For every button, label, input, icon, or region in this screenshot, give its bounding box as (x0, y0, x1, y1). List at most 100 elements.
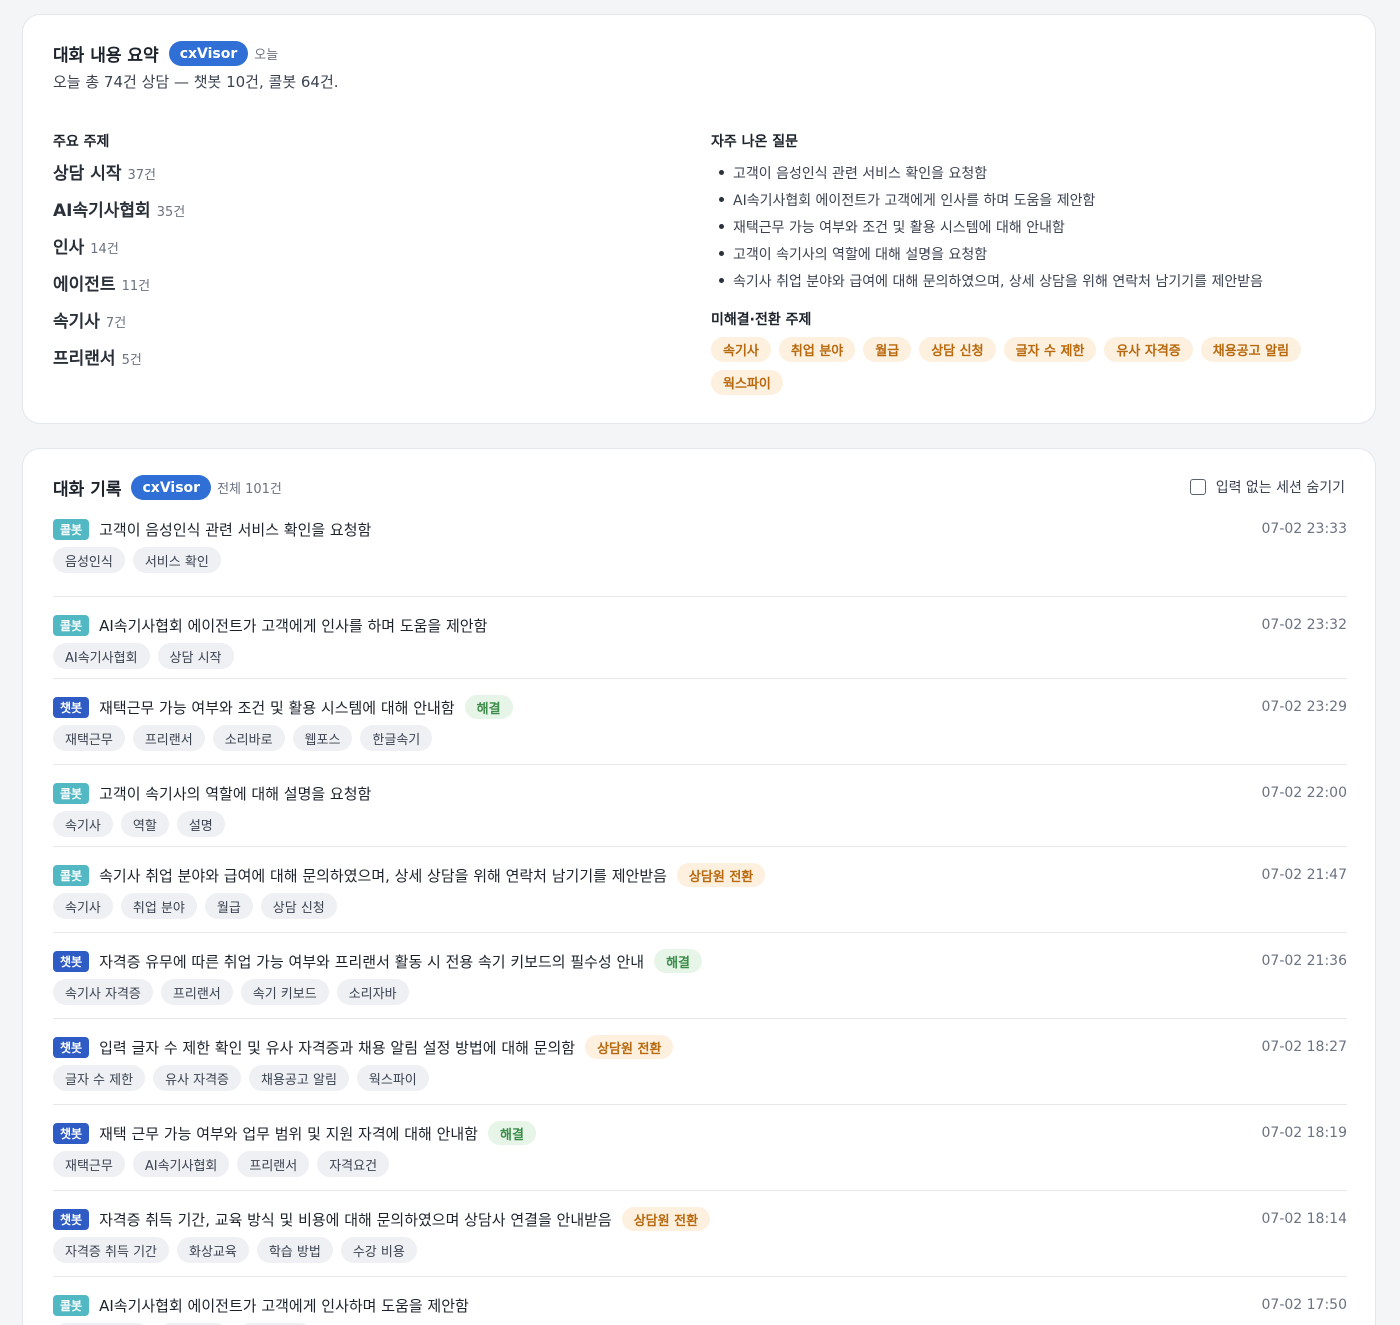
history-title-row: 대화 기록 cxVisor 전체 101건 (53, 475, 282, 500)
unresolved-tag[interactable]: 상담 신청 (919, 337, 996, 362)
keyword-tag[interactable]: 설명 (176, 811, 225, 837)
history-row-time: 07-02 23:32 (1261, 617, 1347, 633)
keyword-tag[interactable]: 프리랜서 (132, 725, 205, 751)
bullet-icon (719, 251, 724, 256)
status-badge: 상담원 전환 (621, 1207, 711, 1231)
keyword-tag[interactable]: 역할 (120, 811, 169, 837)
hide-empty-sessions-toggle[interactable]: 입력 없는 세션 숨기기 (1189, 477, 1345, 497)
topic-name: 프리랜서 (53, 349, 116, 369)
history-row[interactable]: 콜봇 고객이 음성인식 관련 서비스 확인을 요청함 07-02 23:33 음성인식… (53, 515, 1347, 597)
faq-list: 고객이 음성인식 관련 서비스 확인을 요청함 AI속기사협회 에이전트가 고객… (716, 159, 1263, 294)
keyword-tag[interactable]: 자격증 취득 기간 (53, 1237, 169, 1263)
history-row-header: 챗봇 자격증 취득 기간, 교육 방식 및 비용에 대해 문의하였으며 상담사 연… (53, 1205, 1347, 1233)
keyword-tag[interactable]: 재택근무 (53, 1151, 125, 1177)
topic-count: 11건 (121, 279, 151, 294)
bullet-icon (719, 170, 724, 175)
keyword-tag[interactable]: 소리바로 (212, 725, 285, 751)
channel-badge: 콜봇 (53, 864, 90, 886)
history-row-tags: 속기사 자격증 프리랜서 속기 키보드 소리자바 (53, 979, 1347, 1005)
channel-badge: 콜봇 (53, 1294, 90, 1316)
topic-name: 에이전트 (53, 275, 116, 295)
hide-empty-sessions-checkbox[interactable] (1189, 479, 1206, 495)
history-row-title[interactable]: AI속기사협회 에이전트가 고객에게 인사를 하며 도움을 제안함 (99, 615, 487, 636)
history-row-time: 07-02 23:29 (1261, 699, 1347, 715)
keyword-tag[interactable]: 상담 신청 (260, 893, 337, 919)
keyword-tag[interactable]: 자격요건 (317, 1151, 390, 1177)
keyword-tag[interactable]: AI속기사협회 (132, 1151, 230, 1177)
unresolved-tag[interactable]: 월급 (863, 337, 912, 362)
faq-heading: 자주 나온 질문 (711, 134, 799, 150)
keyword-tag[interactable]: 속기사 (53, 893, 113, 919)
summary-period: 오늘 (254, 48, 279, 63)
status-badge: 해결 (487, 1121, 536, 1145)
keyword-tag[interactable]: 재택근무 (53, 725, 125, 751)
bullet-icon (719, 197, 724, 202)
topics-heading: 주요 주제 (53, 134, 110, 150)
keyword-tag[interactable]: 유사 자격증 (153, 1065, 242, 1091)
keyword-tag[interactable]: 채용공고 알림 (249, 1065, 349, 1091)
unresolved-tag[interactable]: 글자 수 제한 (1003, 337, 1097, 362)
history-row-title[interactable]: 입력 글자 수 제한 확인 및 유사 자격증과 채용 알림 설정 방법에 대해 … (99, 1037, 575, 1058)
history-row-title[interactable]: 고객이 음성인식 관련 서비스 확인을 요청함 (99, 519, 371, 540)
history-row-header: 콜봇 고객이 속기사의 역할에 대해 설명을 요청함 (53, 779, 1347, 807)
summary-overview: 오늘 총 74건 상담 — 챗봇 10건, 콜봇 64건. (53, 73, 339, 91)
history-row[interactable]: 콜봇 AI속기사협회 에이전트가 고객에게 인사를 하며 도움을 제안함 07-02… (53, 597, 1347, 679)
history-row[interactable]: 챗봇 재택 근무 가능 여부와 업무 범위 및 지원 자격에 대해 안내함 해결 07… (53, 1105, 1347, 1191)
brand-badge: cxVisor (131, 475, 212, 500)
unresolved-tag[interactable]: 취업 분야 (778, 337, 856, 362)
keyword-tag[interactable]: 웍스파이 (356, 1065, 429, 1091)
history-row-title[interactable]: AI속기사협회 에이전트가 고객에게 인사하며 도움을 제안함 (99, 1295, 469, 1316)
keyword-tag[interactable]: 월급 (204, 893, 253, 919)
unresolved-tag[interactable]: 속기사 (711, 337, 771, 362)
topic-count: 14건 (90, 242, 119, 257)
keyword-tag[interactable]: 프리랜서 (160, 979, 233, 1005)
channel-badge: 챗봇 (53, 696, 90, 718)
history-row-title[interactable]: 고객이 속기사의 역할에 대해 설명을 요청함 (99, 783, 371, 804)
keyword-tag[interactable]: 한글속기 (360, 725, 433, 751)
history-row-title[interactable]: 재택 근무 가능 여부와 업무 범위 및 지원 자격에 대해 안내함 (99, 1123, 478, 1144)
history-row-title[interactable]: 자격증 유무에 따른 취업 가능 여부와 프리랜서 활동 시 전용 속기 키보드… (99, 951, 644, 972)
history-row-time: 07-02 23:33 (1261, 521, 1347, 537)
history-total: 전체 101건 (217, 482, 282, 497)
keyword-tag[interactable]: 웹포스 (292, 725, 353, 751)
unresolved-tag[interactable]: 유사 자격증 (1104, 337, 1193, 362)
keyword-tag[interactable]: 소리자바 (336, 979, 409, 1005)
keyword-tag[interactable]: 화상교육 (177, 1237, 249, 1263)
history-row[interactable]: 콜봇 AI속기사협회 에이전트가 고객에게 인사하며 도움을 제안함 07-02 1… (53, 1277, 1347, 1325)
keyword-tag[interactable]: 상담 시작 (157, 643, 234, 669)
keyword-tag[interactable]: 속기 키보드 (240, 979, 329, 1005)
unresolved-tag[interactable]: 채용공고 알림 (1200, 337, 1302, 362)
history-row-title[interactable]: 재택근무 가능 여부와 조건 및 활용 시스템에 대해 안내함 (99, 697, 455, 718)
history-row[interactable]: 챗봇 입력 글자 수 제한 확인 및 유사 자격증과 채용 알림 설정 방법에 대… (53, 1019, 1347, 1105)
unresolved-tag[interactable]: 웍스파이 (711, 370, 783, 395)
history-row[interactable]: 챗봇 자격증 취득 기간, 교육 방식 및 비용에 대해 문의하였으며 상담사 연… (53, 1191, 1347, 1277)
keyword-tag[interactable]: 프리랜서 (237, 1151, 310, 1177)
summary-card: 대화 내용 요약 cxVisor 오늘 오늘 총 74건 상담 — 챗봇 10건… (22, 14, 1376, 424)
bullet-icon (719, 224, 724, 229)
history-row-tags: 속기사 역할 설명 (53, 811, 1347, 837)
history-row-header: 챗봇 입력 글자 수 제한 확인 및 유사 자격증과 채용 알림 설정 방법에 대… (53, 1033, 1347, 1061)
history-row[interactable]: 콜봇 속기사 취업 분야와 급여에 대해 문의하였으며, 상세 상담을 위해 연락… (53, 847, 1347, 933)
keyword-tag[interactable]: 서비스 확인 (132, 547, 221, 573)
history-row-time: 07-02 21:47 (1261, 867, 1347, 883)
history-row[interactable]: 챗봇 자격증 유무에 따른 취업 가능 여부와 프리랜서 활동 시 전용 속기 키… (53, 933, 1347, 1019)
status-badge: 해결 (464, 695, 513, 719)
keyword-tag[interactable]: 글자 수 제한 (53, 1065, 146, 1091)
keyword-tag[interactable]: AI속기사협회 (53, 643, 150, 669)
keyword-tag[interactable]: 속기사 자격증 (53, 979, 153, 1005)
history-row-title[interactable]: 속기사 취업 분야와 급여에 대해 문의하였으며, 상세 상담을 위해 연락처 … (99, 865, 667, 886)
topic-item: 에이전트 11건 (53, 270, 150, 295)
topic-item: 프리랜서 5건 (53, 344, 142, 369)
history-row[interactable]: 콜봇 고객이 속기사의 역할에 대해 설명을 요청함 07-02 22:00 속기사 역… (53, 765, 1347, 847)
keyword-tag[interactable]: 속기사 (53, 811, 113, 837)
topic-name: 상담 시작 (53, 164, 122, 184)
history-row[interactable]: 챗봇 재택근무 가능 여부와 조건 및 활용 시스템에 대해 안내함 해결 07-02… (53, 679, 1347, 765)
keyword-tag[interactable]: 학습 방법 (256, 1237, 333, 1263)
keyword-tag[interactable]: 수강 비용 (340, 1237, 417, 1263)
history-row-header: 콜봇 속기사 취업 분야와 급여에 대해 문의하였으며, 상세 상담을 위해 연락… (53, 861, 1347, 889)
history-row-title[interactable]: 자격증 취득 기간, 교육 방식 및 비용에 대해 문의하였으며 상담사 연결을… (99, 1209, 612, 1230)
topic-item: AI속기사협회 35건 (53, 196, 185, 221)
keyword-tag[interactable]: 취업 분야 (120, 893, 197, 919)
keyword-tag[interactable]: 음성인식 (53, 547, 125, 573)
history-row-time: 07-02 18:27 (1261, 1039, 1347, 1055)
